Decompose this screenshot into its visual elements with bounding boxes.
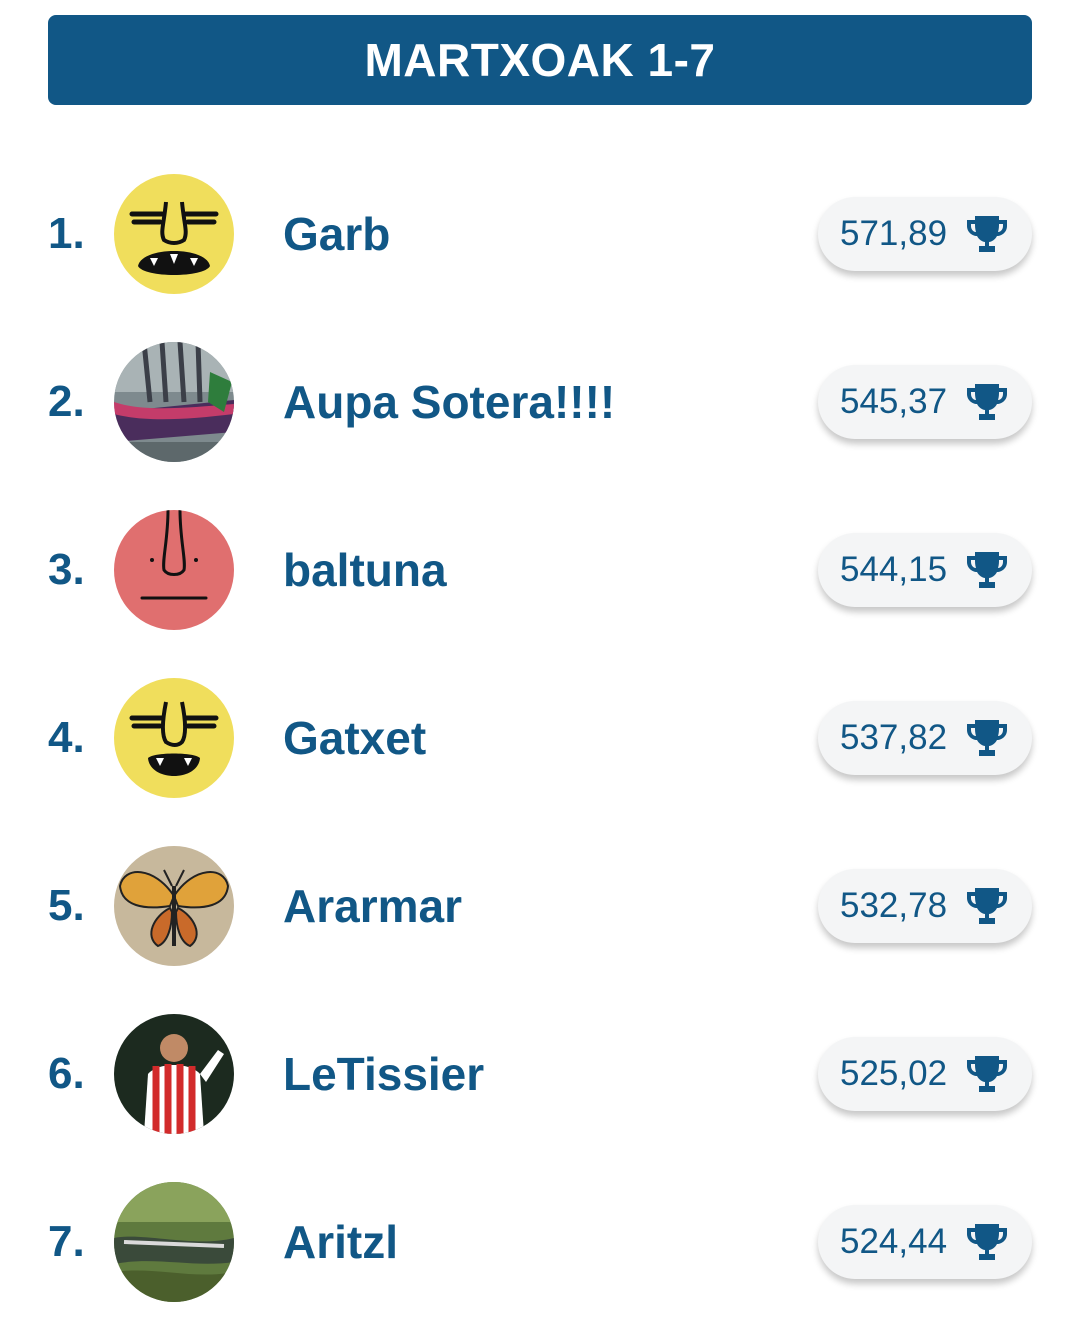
page-title: MARTXOAK 1-7 [364,34,716,86]
list-item[interactable]: 4. Gatxet 537,82 [0,654,1080,822]
list-item[interactable]: 6. LeTissier 525,02 [0,990,1080,1158]
score-badge: 544,15 [818,533,1032,607]
player-name: Aupa Sotera!!!! [283,376,616,428]
list-item[interactable]: 5. Ararmar 532,78 [0,822,1080,990]
trophy-icon [965,716,1009,760]
rank-number: 1. [48,209,85,258]
score-value: 545,37 [840,382,948,421]
score-value: 532,78 [840,886,948,925]
trophy-icon [965,548,1009,592]
score-badge: 537,82 [818,701,1032,775]
trophy-icon [965,380,1009,424]
player-name: Aritzl [283,1216,398,1268]
player-name: Gatxet [283,712,427,764]
trophy-icon [965,1052,1009,1096]
score-value: 544,15 [840,550,948,589]
list-item[interactable]: 1. Garb 571,89 [0,150,1080,318]
ranking-list: 1. Garb 571,89 2. Aupa Sotera!!!! 545,37… [0,150,1080,1326]
avatar [114,174,234,294]
player-name: baltuna [283,544,447,596]
rank-number: 4. [48,713,85,762]
score-value: 537,82 [840,718,948,757]
score-value: 525,02 [840,1054,948,1093]
avatar [114,510,234,630]
score-value: 524,44 [840,1222,948,1261]
avatar [114,1182,234,1302]
avatar [114,678,234,798]
rank-number: 6. [48,1049,85,1098]
player-name: Garb [283,208,391,260]
trophy-icon [965,212,1009,256]
rank-number: 7. [48,1217,85,1266]
trophy-icon [965,884,1009,928]
list-item[interactable]: 3. baltuna 544,15 [0,486,1080,654]
header-bar: MARTXOAK 1-7 [48,15,1032,105]
list-item[interactable]: 2. Aupa Sotera!!!! 545,37 [0,318,1080,486]
rank-number: 5. [48,881,85,930]
list-item[interactable]: 7. Aritzl 524,44 [0,1158,1080,1326]
score-badge: 532,78 [818,869,1032,943]
score-value: 571,89 [840,214,948,253]
score-badge: 525,02 [818,1037,1032,1111]
score-badge: 571,89 [818,197,1032,271]
trophy-icon [965,1220,1009,1264]
avatar [114,846,234,966]
avatar [114,1014,234,1134]
player-name: Ararmar [283,880,462,932]
score-badge: 524,44 [818,1205,1032,1279]
rank-number: 3. [48,545,85,594]
score-badge: 545,37 [818,365,1032,439]
rank-number: 2. [48,377,85,426]
player-name: LeTissier [283,1048,485,1100]
avatar [114,342,234,462]
